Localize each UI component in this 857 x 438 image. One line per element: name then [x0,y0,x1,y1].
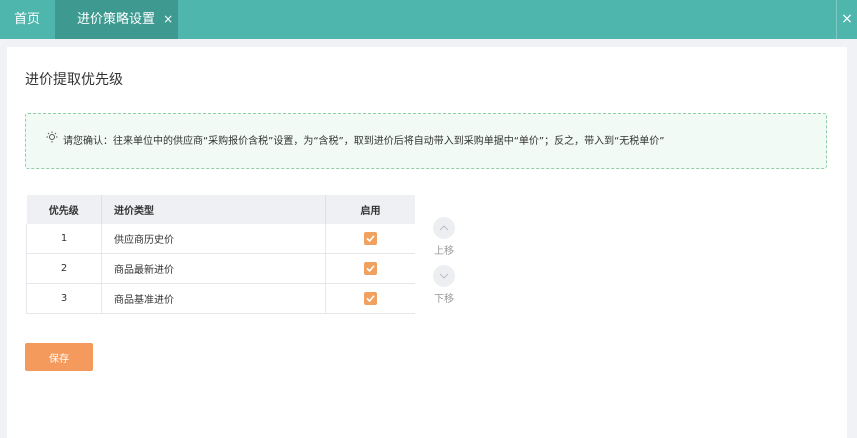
priority-table: 优先级 进价类型 启用 1 供应商历史价 2 商品最新进价 3 商品基准进价 [26,195,415,314]
close-icon[interactable]: × [836,0,857,39]
move-up-label: 上移 [434,246,454,257]
row-priority: 1 [26,224,102,254]
header-priority: 优先级 [26,195,102,224]
row-priority: 2 [26,253,102,284]
move-up-button[interactable]: 上移 [430,217,458,257]
row-priority: 3 [26,283,102,314]
table-row[interactable]: 3 商品基准进价 [26,283,415,314]
tab-home-label: 首页 [13,12,40,27]
row-price-type: 供应商历史价 [101,224,326,254]
table-row[interactable]: 1 供应商历史价 [26,224,415,254]
enabled-checkbox[interactable] [364,232,377,245]
tab-pricing-strategy[interactable]: 进价策略设置 × [55,0,178,39]
tab-home[interactable]: 首页 [0,0,54,39]
table-header-row: 优先级 进价类型 启用 [26,195,415,224]
table-row[interactable]: 2 商品最新进价 [26,253,415,284]
notice-box: 请您确认：往来单位中的供应商“采购报价含税”设置，为“含税”，取到进价后将自动带… [25,113,827,169]
tab-pricing-strategy-label: 进价策略设置 [77,12,156,27]
page-title: 进价提取优先级 [25,72,123,88]
lightbulb-icon [46,114,58,168]
chevron-up-icon [433,217,455,239]
enabled-checkbox[interactable] [364,292,377,305]
content-panel: 进价提取优先级 请您确认：往来单位中的供应商“采购报价含税”设置，为“含税”，取… [7,47,847,438]
notice-text: 请您确认：往来单位中的供应商“采购报价含税”设置，为“含税”，取到进价后将自动带… [63,136,665,147]
chevron-down-icon [433,265,455,287]
header-enabled: 启用 [325,195,415,224]
header-price-type: 进价类型 [101,195,326,224]
move-down-button[interactable]: 下移 [430,265,458,305]
save-button[interactable]: 保存 [25,343,93,371]
top-tab-bar: 首页 进价策略设置 × × [0,0,857,39]
tab-close-icon[interactable]: × [163,12,173,26]
row-price-type: 商品基准进价 [101,283,326,314]
enabled-checkbox[interactable] [364,262,377,275]
move-down-label: 下移 [434,294,454,305]
row-price-type: 商品最新进价 [101,253,326,284]
